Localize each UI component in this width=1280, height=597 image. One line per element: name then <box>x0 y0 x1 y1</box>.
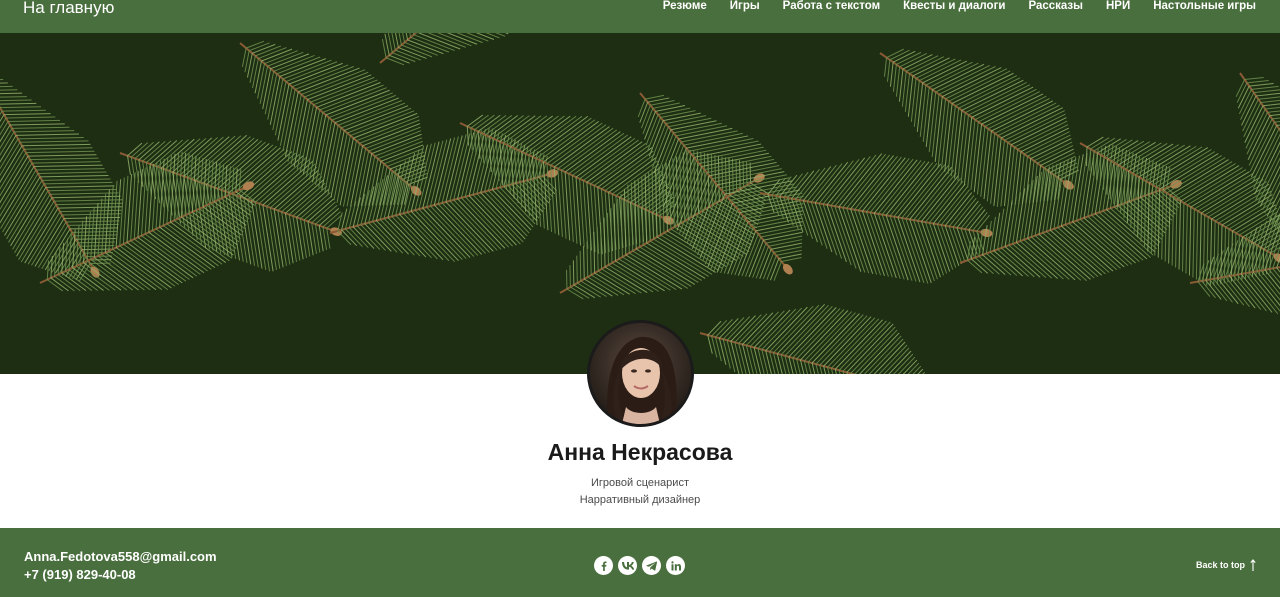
contact-phone[interactable]: +7 (919) 829-40-08 <box>24 567 136 583</box>
top-navigation-bar: На главную Резюме Игры Работа с текстом … <box>0 0 1280 33</box>
back-to-top-link[interactable]: Back to top <box>1196 559 1256 571</box>
contact-email[interactable]: Anna.Fedotova558@gmail.com <box>24 549 217 565</box>
nav-item-text-work[interactable]: Работа с текстом <box>783 0 880 13</box>
role-game-writer: Игровой сценарист <box>591 477 689 489</box>
footer: Anna.Fedotova558@gmail.com +7 (919) 829-… <box>0 528 1280 597</box>
facebook-icon[interactable] <box>594 556 613 575</box>
profile-photo <box>590 323 691 424</box>
home-link[interactable]: На главную <box>23 0 114 18</box>
telegram-icon[interactable] <box>642 556 661 575</box>
avatar <box>587 320 694 427</box>
nav-item-quests-dialogues[interactable]: Квесты и диалоги <box>903 0 1005 13</box>
vk-icon[interactable] <box>618 556 637 575</box>
nav-item-ttrpg[interactable]: НРИ <box>1106 0 1130 13</box>
nav-item-stories[interactable]: Рассказы <box>1028 0 1083 13</box>
nav-item-board-games[interactable]: Настольные игры <box>1153 0 1256 13</box>
nav-item-games[interactable]: Игры <box>730 0 760 13</box>
nav-item-resume[interactable]: Резюме <box>663 0 707 13</box>
social-links <box>594 556 685 575</box>
profile-name: Анна Некрасова <box>547 439 733 465</box>
back-to-top-label: Back to top <box>1195 560 1245 570</box>
role-narrative-designer: Нарративный дизайнер <box>579 494 701 506</box>
arrow-up-icon <box>1250 559 1256 571</box>
linkedin-icon[interactable] <box>666 556 685 575</box>
main-nav: Резюме Игры Работа с текстом Квесты и ди… <box>663 0 1256 13</box>
